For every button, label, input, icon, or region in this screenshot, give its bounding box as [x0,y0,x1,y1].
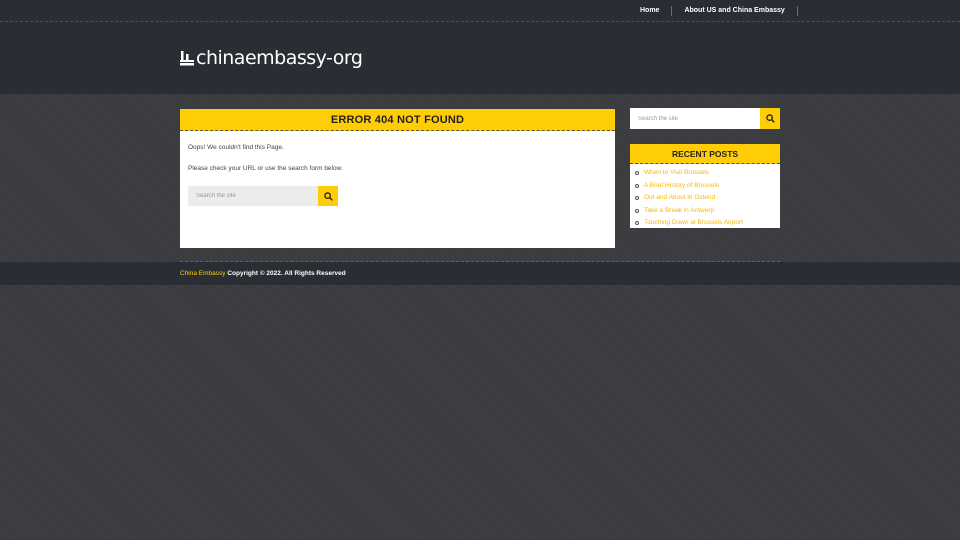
recent-post-link[interactable]: A Brief History of Brussels [644,180,719,193]
error-message: Oops! We couldn't find this Page. [188,144,284,151]
sidebar-search-input[interactable] [630,108,760,129]
bullet-icon [635,196,639,201]
list-item: Out and About in Ostend [635,192,776,205]
copyright-notice: Copyright © 2022. All Rights Reserved [227,270,346,277]
bullet-icon [635,221,639,226]
site-footer: China Embassy Copyright © 2022. All Righ… [0,262,960,285]
bullet-icon [635,171,639,176]
recent-post-link[interactable]: When to Visit Brussels [644,167,709,180]
error-body: Oops! We couldn't find this Page. Please… [180,131,615,206]
error-instructions: Please check your URL or use the search … [188,165,343,172]
top-bar: Home About US and China Embassy [0,0,960,22]
recent-posts-widget: RECENT POSTS When to Visit Brussels A Br… [630,144,780,228]
main-search-button[interactable] [318,186,338,206]
nav-item-about[interactable]: About US and China Embassy [672,6,798,16]
site-name: chinaembassy-org [196,47,363,69]
error-title-bar: ERROR 404 NOT FOUND [180,109,615,131]
building-icon [180,51,194,66]
list-item: Touching Down at Brussels Airport [635,217,776,230]
recent-posts-list: When to Visit Brussels A Brief History o… [630,164,780,230]
sidebar-search-form [630,108,780,129]
recent-post-link[interactable]: Out and About in Ostend [644,192,715,205]
bullet-icon [635,183,639,188]
list-item: When to Visit Brussels [635,167,776,180]
main-search-form [188,186,338,206]
list-item: Take a Break in Antwerp [635,205,776,218]
copyright-text: China Embassy Copyright © 2022. All Righ… [180,270,346,277]
top-navigation: Home About US and China Embassy [628,0,798,22]
search-icon [765,114,775,123]
sidebar-search-button[interactable] [760,108,780,129]
nav-item-home[interactable]: Home [628,6,673,16]
recent-post-link[interactable]: Touching Down at Brussels Airport [644,217,743,230]
recent-posts-title: RECENT POSTS [671,149,739,159]
page-title: ERROR 404 NOT FOUND [330,114,465,126]
recent-post-link[interactable]: Take a Break in Antwerp [644,205,714,218]
recent-posts-title-bar: RECENT POSTS [630,144,780,164]
site-header: chinaembassy-org [0,22,960,94]
footer-brand-link[interactable]: China Embassy [180,270,226,277]
search-icon [323,191,333,201]
bullet-icon [635,208,639,213]
error-content-card: ERROR 404 NOT FOUND Oops! We couldn't fi… [180,109,615,248]
main-search-input[interactable] [188,186,318,206]
list-item: A Brief History of Brussels [635,180,776,193]
site-logo[interactable]: chinaembassy-org [180,47,363,69]
